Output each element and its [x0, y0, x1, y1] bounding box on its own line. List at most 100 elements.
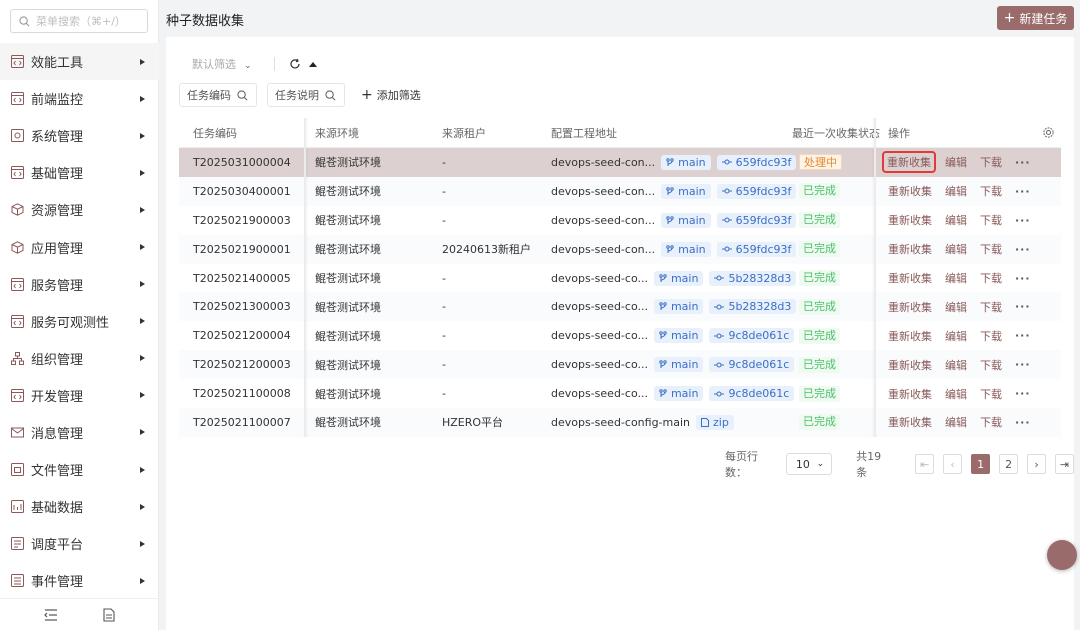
repo-link[interactable]: devops-seed-con... [551, 214, 655, 227]
table-row[interactable]: T2025021300003 鲲苍测试环境 - devops-seed-co... ma… [179, 292, 1061, 322]
repo-link[interactable]: devops-seed-co... [551, 300, 648, 313]
more-actions-icon[interactable]: ··· [1015, 156, 1031, 169]
edit-button[interactable]: 编辑 [945, 154, 967, 170]
sidebar-item[interactable]: 服务管理 [0, 266, 159, 303]
recollect-button[interactable]: 重新收集 [888, 328, 932, 344]
page-size-select[interactable]: 10 ⌄ [785, 453, 833, 475]
table-row[interactable]: T2025021900003 鲲苍测试环境 - devops-seed-con... m… [179, 205, 1061, 235]
filter-chips: 任务编码 任务说明 + 添加筛选 [179, 83, 421, 107]
add-filter-button[interactable]: + 添加筛选 [361, 87, 421, 103]
sidebar-item[interactable]: 事件管理 [0, 562, 159, 599]
table-row[interactable]: T2025021100008 鲲苍测试环境 - devops-seed-co... ma… [179, 379, 1061, 408]
table-row[interactable]: T2025021200004 鲲苍测试环境 - devops-seed-co... ma… [179, 321, 1061, 351]
edit-button[interactable]: 编辑 [945, 183, 967, 199]
recollect-button[interactable]: 重新收集 [882, 151, 936, 174]
download-button[interactable]: 下载 [980, 299, 1002, 315]
more-actions-icon[interactable]: ··· [1015, 214, 1031, 227]
repo-link[interactable]: devops-seed-con... [551, 185, 655, 198]
recollect-button[interactable]: 重新收集 [888, 357, 932, 373]
recollect-button[interactable]: 重新收集 [888, 386, 932, 402]
more-actions-icon[interactable]: ··· [1015, 329, 1031, 342]
sidebar-item[interactable]: 文件管理 [0, 451, 159, 488]
more-actions-icon[interactable]: ··· [1015, 243, 1031, 256]
sidebar-item[interactable]: 资源管理 [0, 191, 159, 228]
content-card: 默认筛选 ⌄ 任务编码 任务说明 + 添加筛选 任务编码 来源环境 来源租户 配置… [166, 37, 1075, 630]
recollect-button[interactable]: 重新收集 [888, 183, 932, 199]
edit-button[interactable]: 编辑 [945, 299, 967, 315]
recollect-button[interactable]: 重新收集 [888, 241, 932, 257]
prev-page-button[interactable]: ‹ [943, 454, 963, 474]
sidebar-item[interactable]: 组织管理 [0, 340, 159, 377]
sidebar-item[interactable]: 基础数据 [0, 488, 159, 525]
floating-help-button[interactable] [1047, 540, 1077, 570]
download-button[interactable]: 下载 [980, 386, 1002, 402]
repo-link[interactable]: devops-seed-con... [551, 243, 655, 256]
edit-button[interactable]: 编辑 [945, 328, 967, 344]
sidebar-item[interactable]: 开发管理 [0, 377, 159, 414]
more-actions-icon[interactable]: ··· [1015, 300, 1031, 313]
default-filter-select[interactable]: 默认筛选 ⌄ [192, 56, 252, 72]
next-page-button[interactable]: › [1027, 454, 1047, 474]
download-button[interactable]: 下载 [980, 212, 1002, 228]
new-task-button[interactable]: + 新建任务 [997, 6, 1074, 30]
table-row[interactable]: T2025021900001 鲲苍测试环境 20240613新租户 devops-se… [179, 234, 1061, 264]
sidebar-item[interactable]: 系统管理 [0, 117, 159, 154]
download-button[interactable]: 下载 [980, 270, 1002, 286]
edit-button[interactable]: 编辑 [945, 357, 967, 373]
table-row[interactable]: T2025030400001 鲲苍测试环境 - devops-seed-con... m… [179, 176, 1061, 206]
sidebar-item[interactable]: 应用管理 [0, 228, 159, 265]
gear-icon[interactable] [1042, 126, 1055, 139]
branch-icon [659, 360, 667, 369]
recollect-button[interactable]: 重新收集 [888, 299, 932, 315]
table-row[interactable]: T2025021400005 鲲苍测试环境 - devops-seed-co... ma… [179, 263, 1061, 293]
edit-button[interactable]: 编辑 [945, 241, 967, 257]
more-actions-icon[interactable]: ··· [1015, 387, 1031, 400]
branch-icon [666, 187, 674, 195]
recollect-button[interactable]: 重新收集 [888, 212, 932, 228]
repo-link[interactable]: devops-seed-co... [551, 387, 648, 400]
edit-button[interactable]: 编辑 [945, 414, 967, 430]
repo-link[interactable]: devops-seed-config-main [551, 416, 690, 429]
sidebar-item[interactable]: 消息管理 [0, 414, 159, 451]
table-row[interactable]: T2025021100007 鲲苍测试环境 HZERO平台 devops-seed-c… [179, 408, 1061, 437]
last-page-button[interactable]: ⇥ [1055, 454, 1075, 474]
more-actions-icon[interactable]: ··· [1015, 185, 1031, 198]
repo-link[interactable]: devops-seed-con... [551, 156, 655, 169]
edit-button[interactable]: 编辑 [945, 212, 967, 228]
repo-link[interactable]: devops-seed-co... [551, 358, 648, 371]
download-button[interactable]: 下载 [980, 241, 1002, 257]
recollect-button[interactable]: 重新收集 [888, 414, 932, 430]
sidebar-item[interactable]: 基础管理 [0, 154, 159, 191]
menu-search-input[interactable]: 菜单搜索（⌘+/） [10, 9, 148, 33]
page-1-button[interactable]: 1 [971, 454, 991, 474]
more-actions-icon[interactable]: ··· [1015, 416, 1031, 429]
document-icon[interactable] [103, 607, 115, 622]
more-actions-icon[interactable]: ··· [1015, 358, 1031, 371]
cell-repo: devops-seed-con... main 659fdc93f [541, 183, 797, 199]
task-code-filter[interactable]: 任务编码 [179, 83, 257, 107]
sidebar-item[interactable]: 效能工具 [0, 43, 159, 81]
download-button[interactable]: 下载 [980, 154, 1002, 170]
download-button[interactable]: 下载 [980, 183, 1002, 199]
download-button[interactable]: 下载 [980, 414, 1002, 430]
table-row[interactable]: T2025031000004 鲲苍测试环境 - devops-seed-con... m… [179, 148, 1061, 177]
sidebar-item[interactable]: 前端监控 [0, 80, 159, 117]
table-row[interactable]: T2025021200003 鲲苍测试环境 - devops-seed-co... ma… [179, 350, 1061, 380]
collapse-menu-icon[interactable] [44, 608, 58, 621]
task-desc-filter[interactable]: 任务说明 [267, 83, 345, 107]
edit-button[interactable]: 编辑 [945, 386, 967, 402]
more-actions-icon[interactable]: ··· [1015, 272, 1031, 285]
sidebar-item[interactable]: 调度平台 [0, 525, 159, 562]
collapse-triangle-icon[interactable] [308, 61, 317, 67]
first-page-button[interactable]: ⇤ [915, 454, 935, 474]
download-button[interactable]: 下载 [980, 328, 1002, 344]
recollect-button[interactable]: 重新收集 [888, 270, 932, 286]
refresh-icon[interactable] [289, 58, 301, 70]
page-2-button[interactable]: 2 [999, 454, 1019, 474]
download-button[interactable]: 下载 [980, 357, 1002, 373]
sidebar-item[interactable]: 服务可观测性 [0, 303, 159, 340]
edit-button[interactable]: 编辑 [945, 270, 967, 286]
repo-link[interactable]: devops-seed-co... [551, 272, 648, 285]
repo-link[interactable]: devops-seed-co... [551, 329, 648, 342]
code-window-icon [11, 166, 24, 180]
